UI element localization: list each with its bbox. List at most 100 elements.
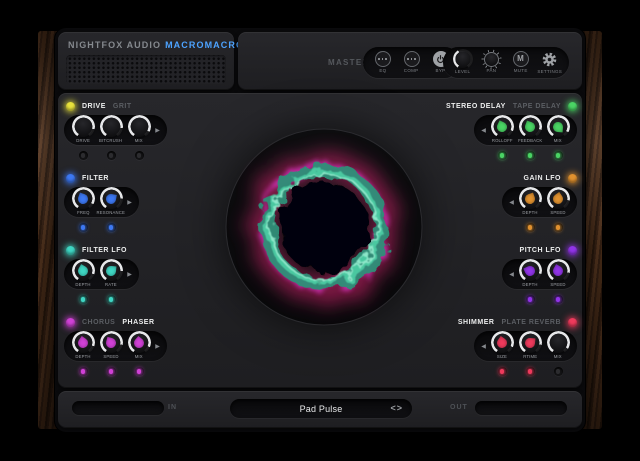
filter-mod-dots xyxy=(69,223,125,232)
feedback-knob[interactable] xyxy=(520,117,540,137)
mix-knob[interactable] xyxy=(129,333,149,353)
eq-button[interactable]: EQ xyxy=(368,51,397,74)
filter-power-led[interactable] xyxy=(66,174,75,183)
feedback-knob-label: FEEDBACK xyxy=(518,138,542,143)
mix-knob[interactable] xyxy=(548,333,568,353)
mod-dot[interactable] xyxy=(107,223,116,232)
drive-power-led[interactable] xyxy=(66,102,75,111)
mod-dot[interactable] xyxy=(526,295,535,304)
pitch-lfo-mod-dots xyxy=(516,295,572,304)
depth-knob[interactable] xyxy=(520,189,540,209)
rate-knob-label: RATE xyxy=(105,282,117,287)
mix-knob[interactable] xyxy=(129,117,149,137)
tab-gain-lfo[interactable]: GAIN LFO xyxy=(524,175,561,182)
mod-dot[interactable] xyxy=(79,151,88,160)
expand-left-icon[interactable]: ◀ xyxy=(507,199,516,206)
pan-label: PAN xyxy=(487,68,497,73)
settings-label: SETTINGS xyxy=(537,69,562,74)
master-control-pill: LEVEL PAN M MUTE SETTINGS xyxy=(443,47,569,78)
depth-knob[interactable] xyxy=(73,261,93,281)
shimmer-power-led[interactable] xyxy=(568,318,577,327)
speaker-grille xyxy=(66,55,226,84)
tab-phaser[interactable]: PHASER xyxy=(122,319,154,326)
master-panel: MASTER EQ COMP BYP xyxy=(238,32,582,90)
pan-control: PAN xyxy=(477,52,506,74)
mod-dot[interactable] xyxy=(554,151,563,160)
expand-right-icon[interactable]: ▶ xyxy=(125,271,134,278)
mod-dot[interactable] xyxy=(526,367,535,376)
expand-right-icon[interactable]: ▶ xyxy=(125,199,134,206)
gain-lfo-mod-dots xyxy=(516,223,572,232)
mod-dot[interactable] xyxy=(79,295,88,304)
depth-knob[interactable] xyxy=(73,333,93,353)
header-brand-panel: NIGHTFOX AUDIOMACROMACRO xyxy=(58,32,234,90)
preset-name: Pad Pulse xyxy=(300,404,343,414)
speed-knob[interactable] xyxy=(548,261,568,281)
mod-dot[interactable] xyxy=(526,151,535,160)
prev-next-chevrons-icon[interactable]: <> xyxy=(390,403,403,413)
tab-stereo-delay[interactable]: STEREO DELAY xyxy=(446,103,506,110)
mod-dot[interactable] xyxy=(554,223,563,232)
mod-dot[interactable] xyxy=(107,295,116,304)
size-knob[interactable] xyxy=(492,333,512,353)
comp-label: COMP xyxy=(404,68,419,73)
expand-left-icon[interactable]: ◀ xyxy=(507,271,516,278)
expand-right-icon[interactable]: ▶ xyxy=(153,127,162,134)
gear-icon[interactable] xyxy=(541,51,558,68)
filter-lfo-power-led[interactable] xyxy=(66,246,75,255)
pitch-lfo-power-led[interactable] xyxy=(568,246,577,255)
expand-left-icon[interactable]: ◀ xyxy=(479,127,488,134)
mod-dot[interactable] xyxy=(498,151,507,160)
mute-label: MUTE xyxy=(514,68,528,73)
gain-lfo-power-led[interactable] xyxy=(568,174,577,183)
mod-dot[interactable] xyxy=(107,367,116,376)
section-drive: DRIVE GRIT DRIVE BITCRUSH MIX ▶ xyxy=(64,100,167,160)
brand-name: NIGHTFOX AUDIO xyxy=(68,40,161,50)
rtime-knob[interactable] xyxy=(520,333,540,353)
expand-right-icon[interactable]: ▶ xyxy=(153,343,162,350)
mod-dot[interactable] xyxy=(498,367,507,376)
tab-chorus[interactable]: CHORUS xyxy=(82,319,115,326)
mute-m-icon[interactable]: M xyxy=(513,51,529,67)
filter-lfo-knob-pill: DEPTH RATE ▶ xyxy=(64,259,139,289)
mod-dot[interactable] xyxy=(554,367,563,376)
tab-filter-lfo[interactable]: FILTER LFO xyxy=(82,247,127,254)
rate-knob[interactable] xyxy=(101,261,121,281)
tab-drive[interactable]: DRIVE xyxy=(82,103,106,110)
rolloff-knob[interactable] xyxy=(492,117,512,137)
mod-dot[interactable] xyxy=(107,151,116,160)
mix-knob[interactable] xyxy=(548,117,568,137)
drive-knob[interactable] xyxy=(73,117,93,137)
level-knob[interactable] xyxy=(454,51,471,68)
mod-dot[interactable] xyxy=(554,295,563,304)
tab-plate-reverb[interactable]: PLATE REVERB xyxy=(501,319,561,326)
pan-knob[interactable] xyxy=(484,52,499,67)
speed-knob[interactable] xyxy=(548,189,568,209)
tab-shimmer[interactable]: SHIMMER xyxy=(458,319,495,326)
preset-selector[interactable]: Pad Pulse <> xyxy=(230,399,412,418)
mod-dot[interactable] xyxy=(79,367,88,376)
mod-dot[interactable] xyxy=(135,367,144,376)
comp-button[interactable]: COMP xyxy=(397,51,426,74)
gain-lfo-knob-pill: ◀ DEPTH SPEED xyxy=(502,187,577,217)
mod-dot[interactable] xyxy=(135,151,144,160)
resonance-knob-label: RESONANCE xyxy=(97,210,125,215)
section-stereo-delay: STEREO DELAY TAPE DELAY ◀ ROLLOFF FEEDBA… xyxy=(446,100,577,160)
tab-pitch-lfo[interactable]: PITCH LFO xyxy=(520,247,561,254)
tab-filter[interactable]: FILTER xyxy=(82,175,109,182)
mod-dot[interactable] xyxy=(79,223,88,232)
resonance-knob[interactable] xyxy=(101,189,121,209)
stereo-delay-power-led[interactable] xyxy=(568,102,577,111)
freq-knob[interactable] xyxy=(73,189,93,209)
mod-dot[interactable] xyxy=(526,223,535,232)
bitcrush-knob[interactable] xyxy=(101,117,121,137)
tab-tape-delay[interactable]: TAPE DELAY xyxy=(513,103,561,110)
rolloff-knob-label: ROLLOFF xyxy=(492,138,513,143)
chorus-power-led[interactable] xyxy=(66,318,75,327)
footer-panel: IN Pad Pulse <> OUT xyxy=(58,391,582,428)
tab-grit[interactable]: GRIT xyxy=(113,103,132,110)
expand-left-icon[interactable]: ◀ xyxy=(479,343,488,350)
filter-knob-pill: FREQ RESONANCE ▶ xyxy=(64,187,139,217)
depth-knob[interactable] xyxy=(520,261,540,281)
speed-knob[interactable] xyxy=(101,333,121,353)
